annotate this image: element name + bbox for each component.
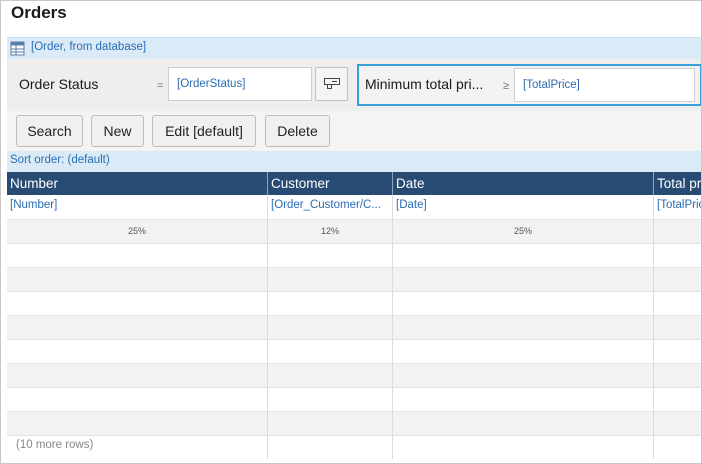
column-divider: [267, 195, 268, 459]
order-status-select-button[interactable]: [315, 67, 348, 101]
column-width-row: 25% 12% 25%: [7, 219, 701, 243]
header-separator: [392, 172, 393, 195]
greater-equal-operator: ≥: [503, 80, 510, 92]
min-total-price-label: Minimum total pri...: [365, 76, 484, 92]
database-grid-icon: [10, 41, 25, 56]
search-button[interactable]: Search: [16, 115, 83, 147]
min-total-price-input[interactable]: [TotalPrice]: [514, 68, 695, 102]
data-source-bar[interactable]: [Order, from database]: [7, 37, 701, 59]
delete-button[interactable]: Delete: [265, 115, 330, 147]
action-buttons-row: Search New Edit [default] Delete: [7, 111, 701, 151]
more-rows-label: (10 more rows): [16, 439, 94, 451]
header-separator: [653, 172, 654, 195]
min-total-price-field[interactable]: Minimum total pri... ≥ [TotalPrice]: [357, 64, 701, 106]
data-source-label: [Order, from database]: [31, 41, 147, 53]
column-header-total-price[interactable]: Total pr: [654, 172, 701, 195]
table-row[interactable]: [7, 315, 701, 339]
table-row[interactable]: [7, 267, 701, 291]
binding-number[interactable]: [Number]: [7, 195, 267, 217]
sort-order-bar[interactable]: Sort order: (default): [7, 151, 701, 172]
table-row[interactable]: [7, 363, 701, 387]
order-status-label: Order Status: [19, 76, 99, 92]
data-grid: Number Customer Date Total pr [Number] […: [7, 172, 701, 459]
column-width-customer: 12%: [320, 226, 339, 236]
table-row[interactable]: [7, 339, 701, 363]
more-rows-row: (10 more rows): [7, 435, 701, 459]
column-width-number: 25%: [127, 226, 146, 236]
header-separator: [267, 172, 268, 195]
equals-operator: =: [157, 80, 164, 92]
binding-customer[interactable]: [Order_Customer/C...: [268, 195, 392, 217]
binding-date[interactable]: [Date]: [393, 195, 653, 217]
page-title: Orders: [11, 3, 67, 22]
column-divider: [653, 195, 654, 459]
table-row[interactable]: [7, 411, 701, 435]
page-frame: Orders [Order, from database] Order Stat…: [0, 0, 702, 464]
column-divider: [392, 195, 393, 459]
order-status-input[interactable]: [OrderStatus]: [168, 67, 312, 101]
table-row[interactable]: [7, 291, 701, 315]
column-width-total-price: [654, 220, 701, 243]
column-header-customer[interactable]: Customer: [268, 172, 392, 195]
table-row[interactable]: [7, 387, 701, 411]
new-button[interactable]: New: [91, 115, 144, 147]
search-fields-row: Order Status = [OrderStatus] Minimum tot…: [7, 59, 701, 111]
column-header-date[interactable]: Date: [393, 172, 653, 195]
sort-order-label: Sort order: (default): [10, 154, 110, 166]
binding-total-price[interactable]: [TotalPrice: [654, 195, 701, 217]
table-row[interactable]: [7, 243, 701, 267]
column-header-number[interactable]: Number: [7, 172, 267, 195]
edit-button[interactable]: Edit [default]: [152, 115, 256, 147]
select-icon: [324, 78, 340, 89]
column-width-date: 25%: [513, 226, 532, 236]
